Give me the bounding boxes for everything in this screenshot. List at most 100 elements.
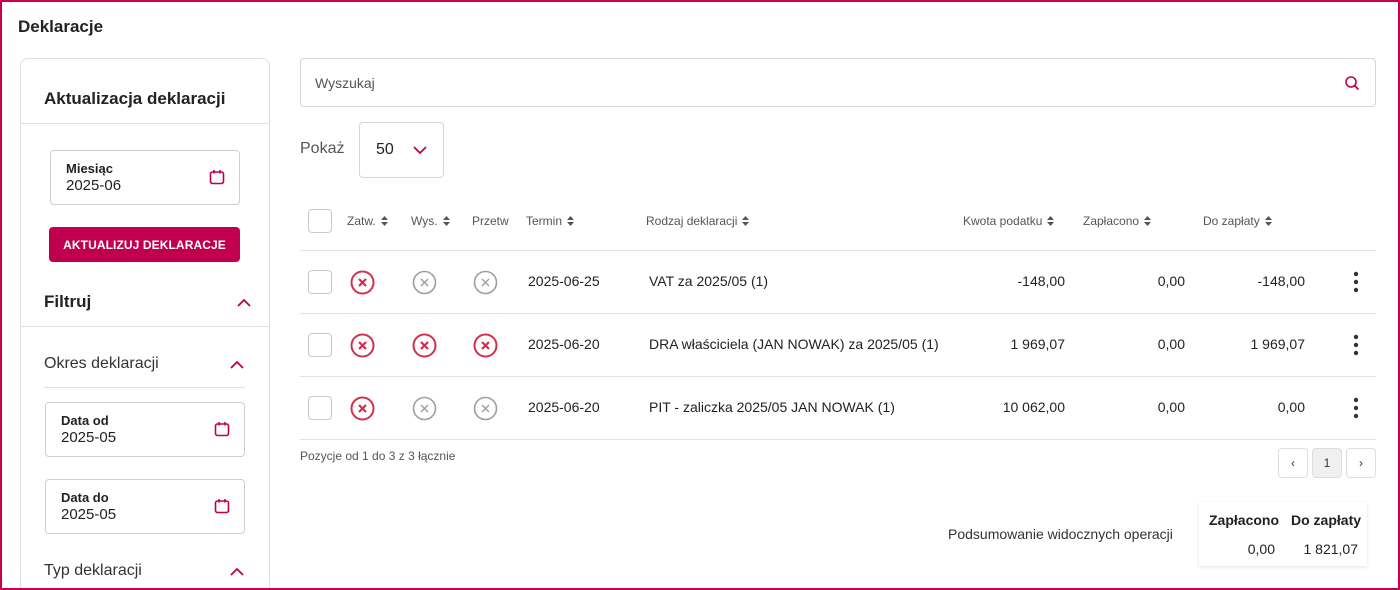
update-declarations-button[interactable]: AKTUALIZUJ DEKLARACJE bbox=[49, 227, 240, 262]
column-header-processed[interactable]: Przetw bbox=[472, 214, 509, 228]
summary-paid-header: Zapłacono bbox=[1209, 512, 1280, 528]
due-date-cell: 2025-06-20 bbox=[528, 399, 600, 415]
column-header-to-pay[interactable]: Do zapłaty bbox=[1203, 214, 1272, 228]
prev-page-button[interactable]: ‹ bbox=[1278, 448, 1308, 478]
month-field-label: Miesiąc bbox=[66, 161, 113, 176]
table-row[interactable]: 2025-06-20 DRA właściciela (JAN NOWAK) z… bbox=[300, 313, 1376, 376]
sort-icon bbox=[567, 216, 575, 226]
page-size-select[interactable]: 50 bbox=[359, 122, 444, 178]
declaration-sidebar: Aktualizacja deklaracji Miesiąc 2025-06 … bbox=[20, 58, 270, 588]
filter-title: Filtruj bbox=[44, 292, 92, 311]
column-header-due-date[interactable]: Termin bbox=[526, 214, 575, 228]
declaration-type-cell: DRA właściciela (JAN NOWAK) za 2025/05 (… bbox=[649, 336, 939, 352]
status-error-icon bbox=[350, 270, 375, 295]
sort-icon bbox=[442, 216, 450, 226]
column-header-sent[interactable]: Wys. bbox=[411, 214, 450, 228]
page-size-label: Pokaż bbox=[300, 140, 345, 157]
status-error-icon bbox=[473, 333, 498, 358]
date-from-value: 2025-05 bbox=[61, 429, 117, 446]
status-error-icon bbox=[350, 333, 375, 358]
column-header-tax-amount[interactable]: Kwota podatku bbox=[963, 214, 1055, 228]
sort-icon bbox=[1264, 216, 1272, 226]
status-neutral-icon bbox=[473, 270, 498, 295]
sort-icon bbox=[1144, 216, 1152, 226]
date-to-label: Data do bbox=[61, 490, 109, 505]
more-actions-icon[interactable] bbox=[1350, 396, 1362, 420]
divider bbox=[21, 123, 269, 124]
column-label: Zapłacono bbox=[1083, 214, 1140, 228]
summary-label: Podsumowanie widocznych operacji bbox=[948, 526, 1173, 542]
status-neutral-icon bbox=[412, 270, 437, 295]
row-checkbox[interactable] bbox=[308, 333, 332, 357]
chevron-up-icon[interactable] bbox=[229, 567, 245, 577]
page-size-value: 50 bbox=[376, 141, 394, 158]
column-label: Przetw bbox=[472, 214, 509, 228]
summary-paid-value: 0,00 bbox=[1247, 541, 1275, 557]
column-label: Zatw. bbox=[347, 214, 376, 228]
tax-amount-cell: -148,00 bbox=[1017, 273, 1065, 289]
column-label: Do zapłaty bbox=[1203, 214, 1260, 228]
divider bbox=[44, 387, 245, 388]
table-header: Zatw. Wys. Przetw Termin Rodzaj deklarac… bbox=[300, 192, 1376, 250]
column-header-paid[interactable]: Zapłacono bbox=[1083, 214, 1152, 228]
paid-cell: 0,00 bbox=[1157, 273, 1185, 289]
paid-cell: 0,00 bbox=[1157, 336, 1185, 352]
to-pay-cell: 1 969,07 bbox=[1250, 336, 1306, 352]
paid-cell: 0,00 bbox=[1157, 399, 1185, 415]
summary-box: Zapłacono Do zapłaty 0,00 1 821,07 bbox=[1199, 502, 1367, 566]
divider bbox=[21, 326, 269, 327]
sort-icon bbox=[1047, 216, 1055, 226]
table-row[interactable]: 2025-06-25 VAT za 2025/05 (1) -148,00 0,… bbox=[300, 250, 1376, 313]
due-date-cell: 2025-06-25 bbox=[528, 273, 600, 289]
panel-title: Aktualizacja deklaracji bbox=[44, 89, 226, 108]
search-input[interactable] bbox=[315, 73, 1315, 93]
chevron-up-icon[interactable] bbox=[236, 298, 252, 308]
period-section-title: Okres deklaracji bbox=[44, 355, 159, 372]
page-button-current[interactable]: 1 bbox=[1312, 448, 1342, 478]
column-header-type[interactable]: Rodzaj deklaracji bbox=[646, 214, 750, 228]
pagination-info: Pozycje od 1 do 3 z 3 łącznie bbox=[300, 449, 456, 463]
row-checkbox[interactable] bbox=[308, 396, 332, 420]
calendar-icon[interactable] bbox=[214, 421, 230, 437]
date-from-label: Data od bbox=[61, 413, 109, 428]
to-pay-cell: 0,00 bbox=[1277, 399, 1305, 415]
column-label: Termin bbox=[526, 214, 563, 228]
status-error-icon bbox=[350, 396, 375, 421]
date-from-field[interactable]: Data od 2025-05 bbox=[45, 402, 245, 457]
search-box bbox=[300, 58, 1376, 107]
calendar-icon[interactable] bbox=[209, 169, 225, 185]
declaration-type-cell: VAT za 2025/05 (1) bbox=[649, 273, 769, 289]
tax-amount-cell: 1 969,07 bbox=[1010, 336, 1066, 352]
status-neutral-icon bbox=[473, 396, 498, 421]
more-actions-icon[interactable] bbox=[1350, 270, 1362, 294]
summary-to-pay-value: 1 821,07 bbox=[1303, 541, 1359, 557]
status-neutral-icon bbox=[412, 396, 437, 421]
to-pay-cell: -148,00 bbox=[1257, 273, 1305, 289]
calendar-icon[interactable] bbox=[214, 498, 230, 514]
page-title: Deklaracje bbox=[18, 17, 104, 36]
table-row[interactable]: 2025-06-20 PIT - zaliczka 2025/05 JAN NO… bbox=[300, 376, 1376, 439]
month-field-value: 2025-06 bbox=[66, 177, 122, 194]
next-page-button[interactable]: › bbox=[1346, 448, 1376, 478]
table-bottom-border bbox=[300, 439, 1376, 440]
column-label: Kwota podatku bbox=[963, 214, 1043, 228]
column-label: Wys. bbox=[411, 214, 438, 228]
date-to-field[interactable]: Data do 2025-05 bbox=[45, 479, 245, 534]
row-checkbox[interactable] bbox=[308, 270, 332, 294]
sort-icon bbox=[742, 216, 750, 226]
more-actions-icon[interactable] bbox=[1350, 333, 1362, 357]
chevron-down-icon bbox=[413, 146, 427, 155]
column-header-approved[interactable]: Zatw. bbox=[347, 214, 388, 228]
month-field[interactable]: Miesiąc 2025-06 bbox=[50, 150, 240, 205]
date-to-value: 2025-05 bbox=[61, 506, 117, 523]
summary-to-pay-header: Do zapłaty bbox=[1291, 512, 1362, 528]
tax-amount-cell: 10 062,00 bbox=[1002, 399, 1065, 415]
column-label: Rodzaj deklaracji bbox=[646, 214, 738, 228]
status-error-icon bbox=[412, 333, 437, 358]
chevron-up-icon[interactable] bbox=[229, 360, 245, 370]
app-frame: Deklaracje Aktualizacja deklaracji Miesi… bbox=[0, 0, 1400, 590]
search-icon[interactable] bbox=[1344, 75, 1360, 91]
due-date-cell: 2025-06-20 bbox=[528, 336, 600, 352]
declaration-type-cell: PIT - zaliczka 2025/05 JAN NOWAK (1) bbox=[649, 399, 895, 415]
select-all-checkbox[interactable] bbox=[308, 209, 332, 233]
